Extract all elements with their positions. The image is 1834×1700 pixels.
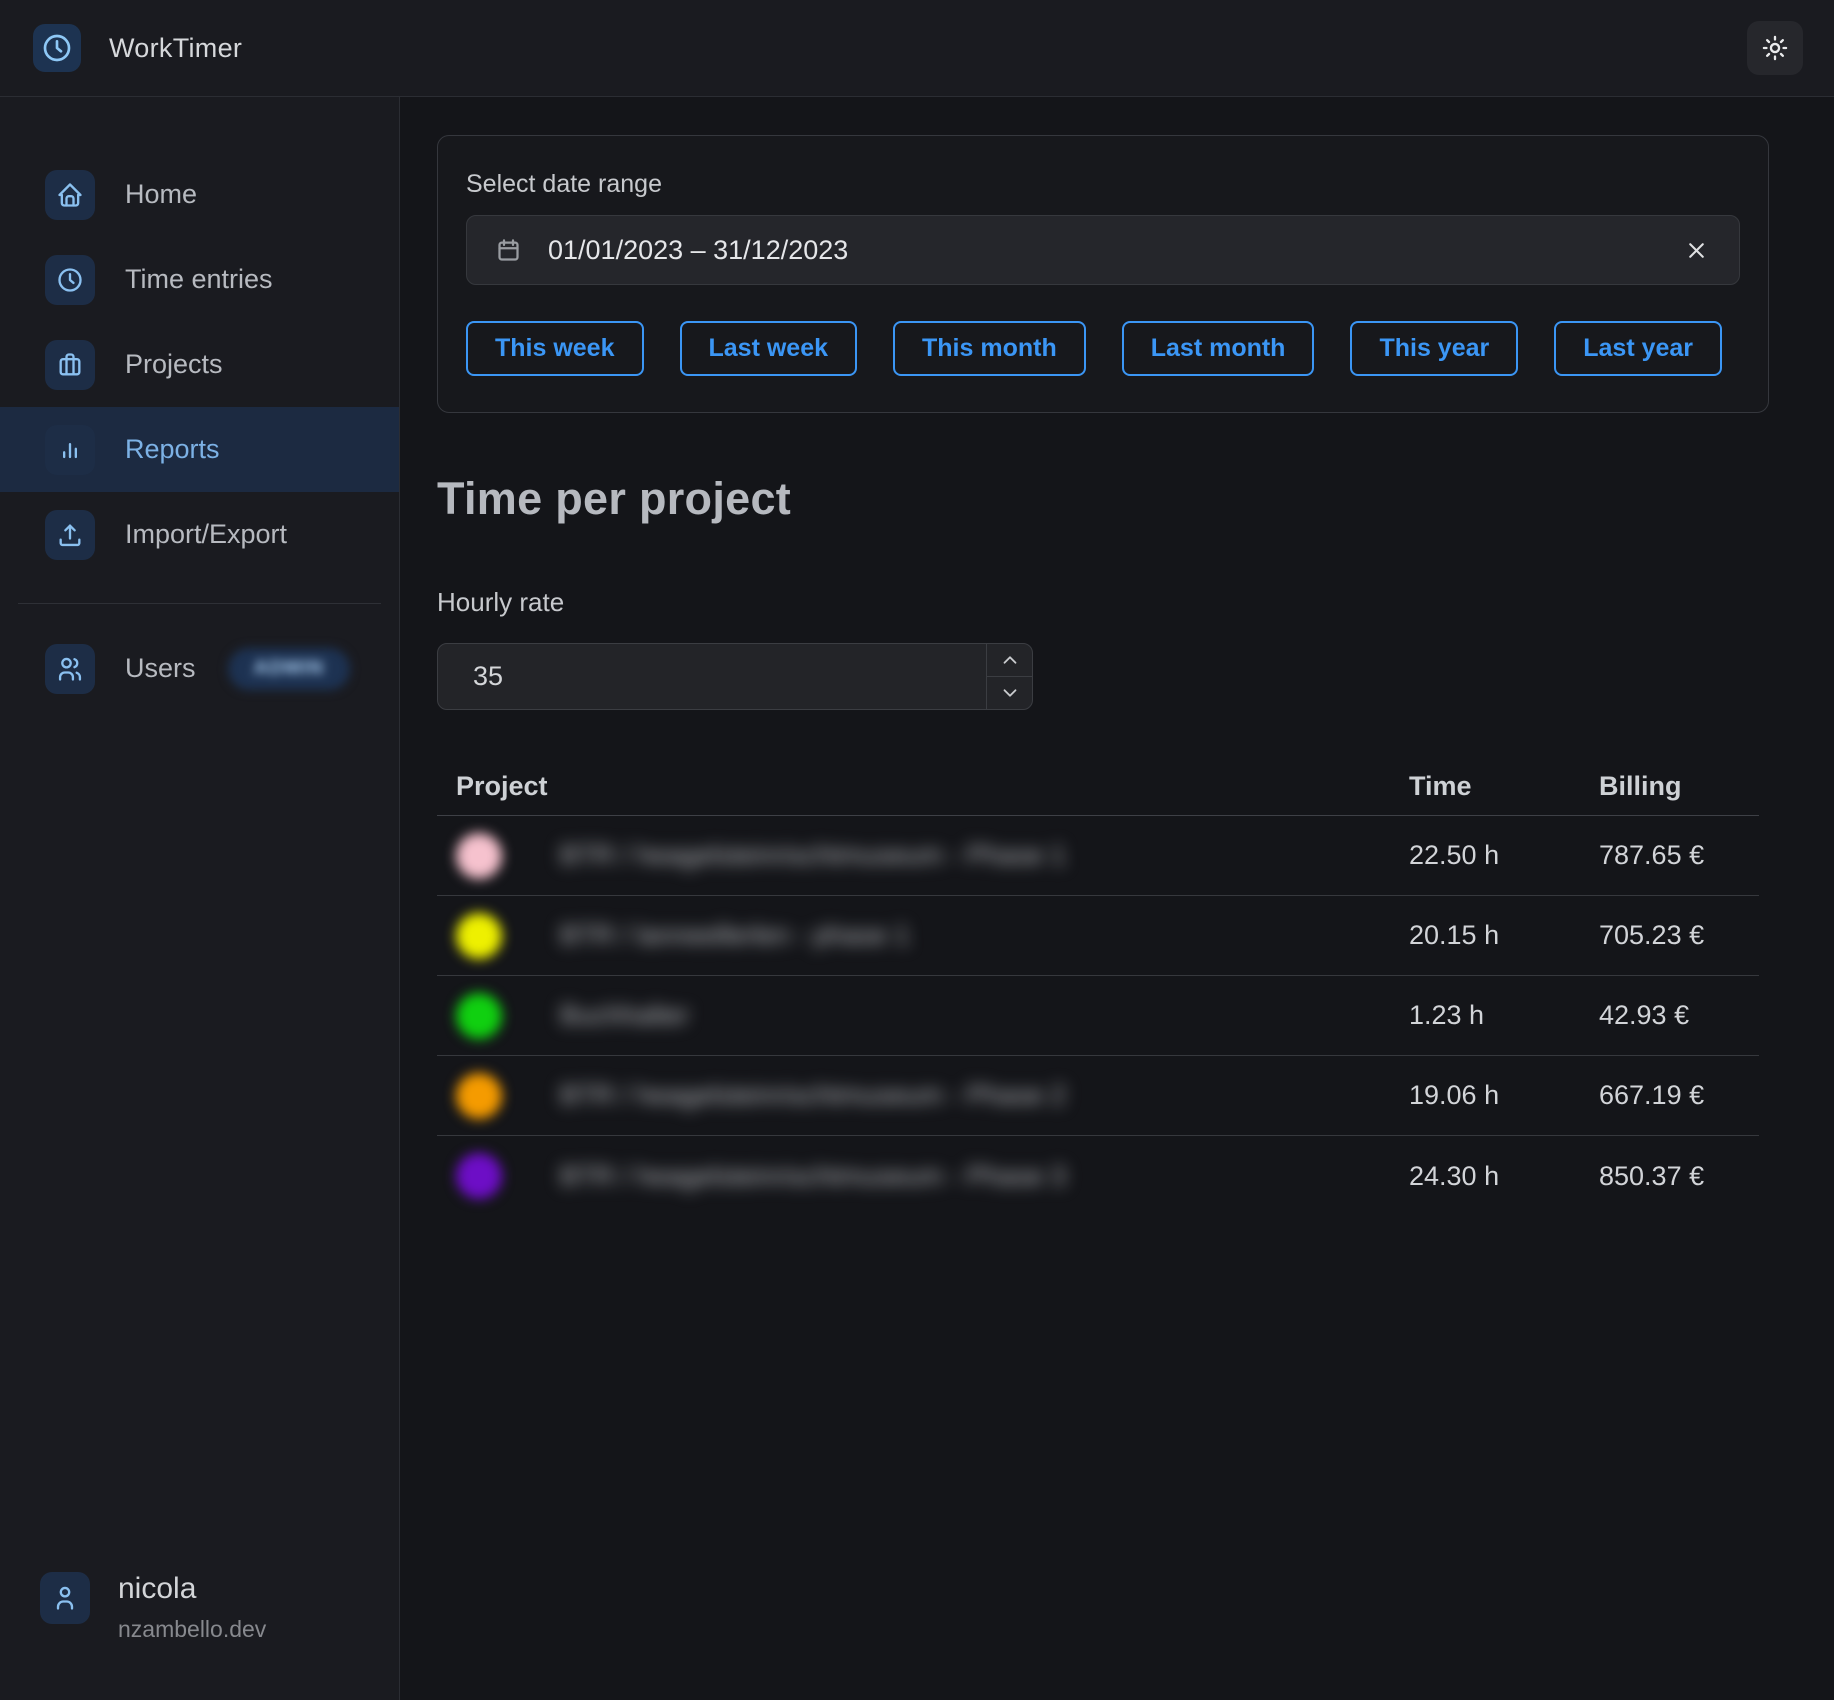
table-row[interactable]: BTR / heagelsteinrischtmuseum - Phase 2 … xyxy=(437,1056,1759,1136)
sidebar-item-home[interactable]: Home xyxy=(0,152,399,237)
briefcase-icon xyxy=(56,351,84,379)
project-color-dot xyxy=(456,833,502,879)
clear-date-range-button[interactable] xyxy=(1680,234,1713,267)
hourly-rate-value[interactable]: 35 xyxy=(438,644,986,709)
sidebar-item-label: Import/Export xyxy=(125,519,287,550)
time-per-project-table: Project Time Billing BTR / heagelsteinri… xyxy=(437,758,1759,1216)
billing-value: 850.37 € xyxy=(1599,1161,1759,1192)
table-row[interactable]: BTR / heagelsteinrischtmuseum - Phase 1 … xyxy=(437,816,1759,896)
sidebar-item-time-entries[interactable]: Time entries xyxy=(0,237,399,322)
billing-value: 42.93 € xyxy=(1599,1000,1759,1031)
sidebar-item-users[interactable]: Users ADMIN xyxy=(0,626,399,711)
project-color-dot xyxy=(456,1073,502,1119)
table-row[interactable]: BTR / lanneellerlen - phase 1 20.15 h 70… xyxy=(437,896,1759,976)
stepper-up-button[interactable] xyxy=(987,644,1032,676)
column-header-billing: Billing xyxy=(1599,771,1759,802)
preset-this-year-button[interactable]: This year xyxy=(1350,321,1518,376)
sun-icon xyxy=(1761,34,1789,62)
sidebar-item-label: Reports xyxy=(125,434,220,465)
chevron-down-icon xyxy=(999,682,1021,704)
table-row[interactable]: Buchhalter 1.23 h 42.93 € xyxy=(437,976,1759,1056)
hourly-rate-label: Hourly rate xyxy=(437,587,1834,618)
project-color-dot xyxy=(456,913,502,959)
project-name-redacted: BTR / heagelsteinrischtmuseum - Phase 3 xyxy=(560,1161,1066,1192)
sidebar-divider xyxy=(18,603,381,604)
app-logo xyxy=(33,24,81,72)
project-name-redacted: Buchhalter xyxy=(560,1000,689,1031)
user-name: nicola xyxy=(118,1572,266,1606)
clock-icon xyxy=(56,266,84,294)
preset-last-week-button[interactable]: Last week xyxy=(680,321,858,376)
sidebar-item-import-export[interactable]: Import/Export xyxy=(0,492,399,577)
project-name-redacted: BTR / heagelsteinrischtmuseum - Phase 2 xyxy=(560,1080,1066,1111)
bar-chart-icon xyxy=(56,436,84,464)
close-icon xyxy=(1684,238,1709,263)
project-name-redacted: BTR / lanneellerlen - phase 1 xyxy=(560,920,910,951)
users-icon xyxy=(56,655,84,683)
time-value: 24.30 h xyxy=(1409,1161,1599,1192)
billing-value: 705.23 € xyxy=(1599,920,1759,951)
sidebar-item-label: Users xyxy=(125,653,196,684)
app-header: WorkTimer xyxy=(0,0,1834,97)
table-header: Project Time Billing xyxy=(437,758,1759,816)
app-title: WorkTimer xyxy=(109,33,242,64)
sidebar-item-label: Projects xyxy=(125,349,223,380)
hourly-rate-input[interactable]: 35 xyxy=(437,643,1033,710)
sidebar-item-label: Time entries xyxy=(125,264,273,295)
calendar-icon xyxy=(495,237,522,264)
hourly-rate-stepper xyxy=(986,644,1032,709)
time-value: 19.06 h xyxy=(1409,1080,1599,1111)
preset-this-month-button[interactable]: This month xyxy=(893,321,1086,376)
stepper-down-button[interactable] xyxy=(987,676,1032,709)
date-range-card: Select date range 01/01/2023 – 31/12/202… xyxy=(437,135,1769,413)
column-header-project: Project xyxy=(456,771,1409,802)
date-presets: This week Last week This month Last mont… xyxy=(466,321,1740,376)
current-user[interactable]: nicola nzambello.dev xyxy=(0,1572,399,1700)
home-icon xyxy=(56,181,84,209)
table-row[interactable]: BTR / heagelsteinrischtmuseum - Phase 3 … xyxy=(437,1136,1759,1216)
billing-value: 667.19 € xyxy=(1599,1080,1759,1111)
sidebar: Home Time entries Projects xyxy=(0,97,400,1700)
project-color-dot xyxy=(456,993,502,1039)
theme-toggle-button[interactable] xyxy=(1747,21,1803,75)
chevron-up-icon xyxy=(999,649,1021,671)
date-range-value: 01/01/2023 – 31/12/2023 xyxy=(548,235,1680,266)
billing-value: 787.65 € xyxy=(1599,840,1759,871)
date-range-input[interactable]: 01/01/2023 – 31/12/2023 xyxy=(466,215,1740,285)
time-value: 1.23 h xyxy=(1409,1000,1599,1031)
admin-badge: ADMIN xyxy=(228,648,351,690)
main-content: Select date range 01/01/2023 – 31/12/202… xyxy=(400,97,1834,1700)
project-color-dot xyxy=(456,1153,502,1199)
project-name-redacted: BTR / heagelsteinrischtmuseum - Phase 1 xyxy=(560,840,1066,871)
page-title: Time per project xyxy=(437,473,1834,525)
time-value: 22.50 h xyxy=(1409,840,1599,871)
preset-last-month-button[interactable]: Last month xyxy=(1122,321,1315,376)
sidebar-item-label: Home xyxy=(125,179,197,210)
column-header-time: Time xyxy=(1409,771,1599,802)
preset-this-week-button[interactable]: This week xyxy=(466,321,644,376)
upload-icon xyxy=(56,521,84,549)
clock-icon xyxy=(41,32,73,64)
preset-last-year-button[interactable]: Last year xyxy=(1554,321,1722,376)
time-value: 20.15 h xyxy=(1409,920,1599,951)
sidebar-item-projects[interactable]: Projects xyxy=(0,322,399,407)
user-icon xyxy=(51,1584,79,1612)
user-domain: nzambello.dev xyxy=(118,1616,266,1643)
sidebar-item-reports[interactable]: Reports xyxy=(0,407,399,492)
date-range-label: Select date range xyxy=(466,170,1740,199)
